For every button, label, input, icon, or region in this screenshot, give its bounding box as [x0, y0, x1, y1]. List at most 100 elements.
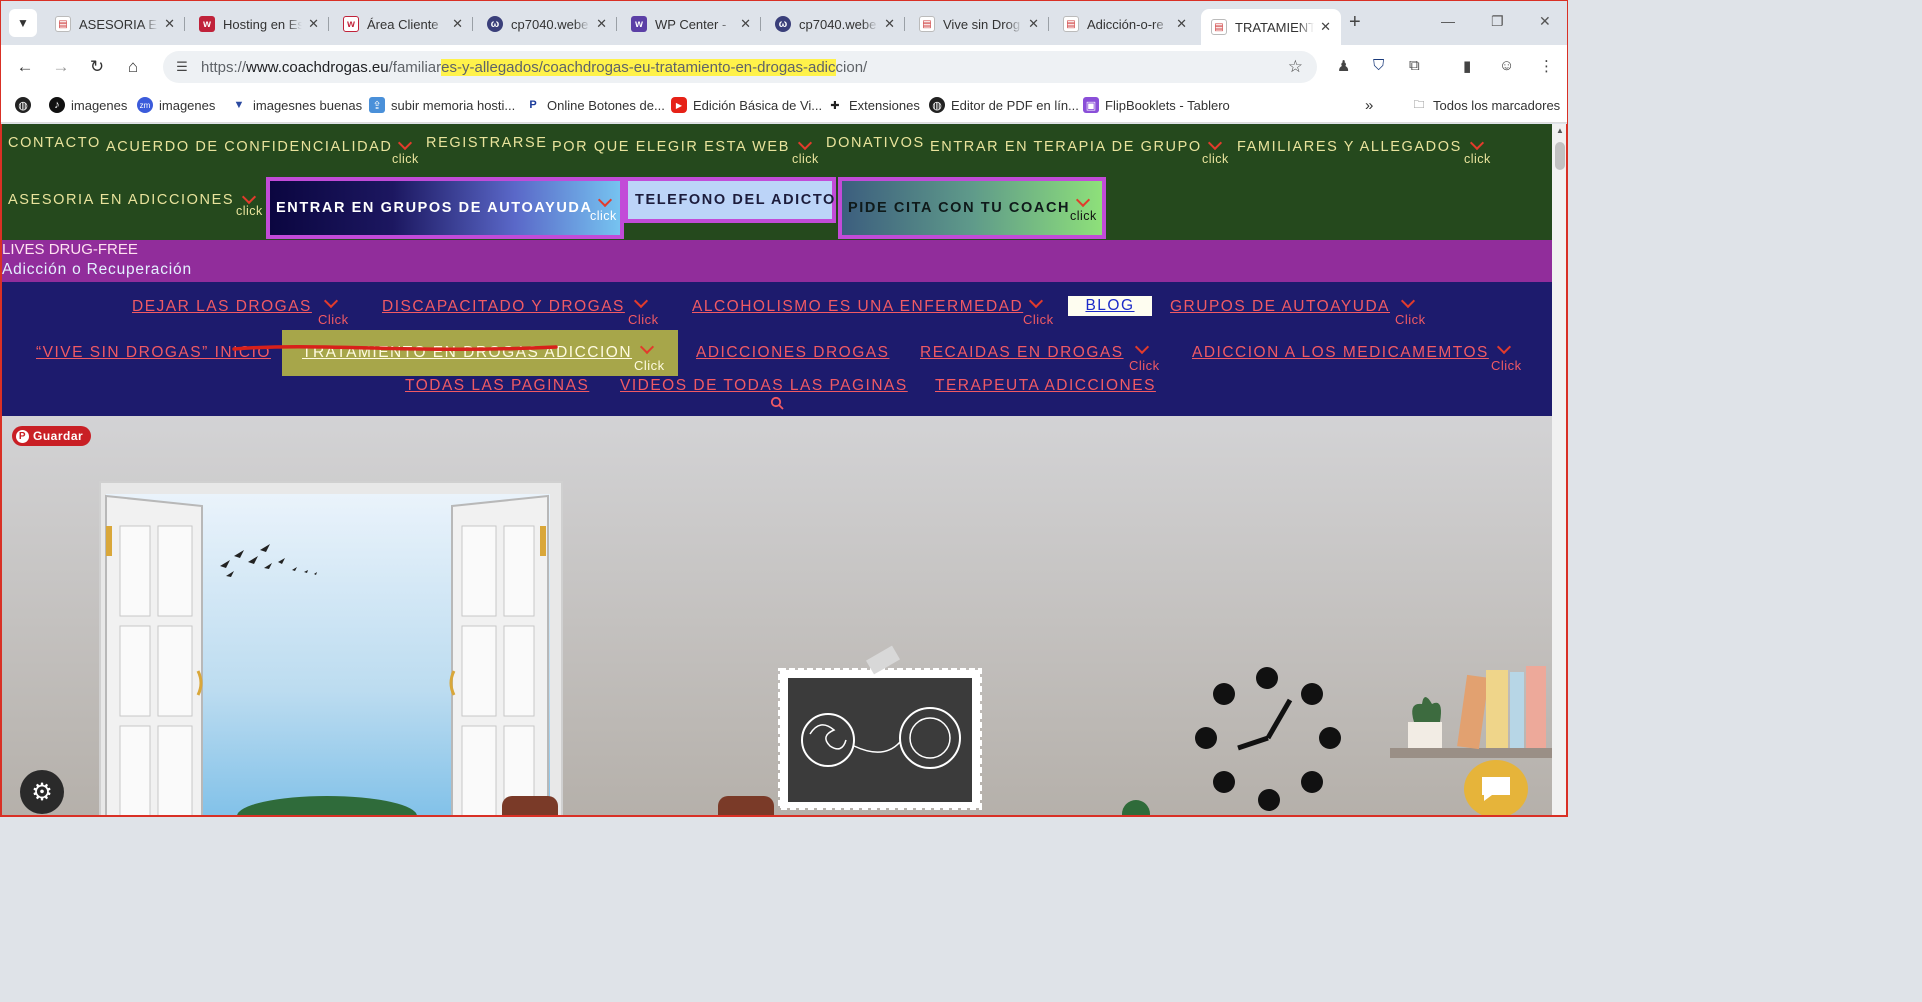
chevron-down-icon[interactable]	[634, 298, 648, 308]
nav-contacto[interactable]: CONTACTO	[8, 135, 101, 151]
menu-dejar-drogas[interactable]: DEJAR LAS DROGAS	[132, 298, 312, 316]
site-info-icon[interactable]: ☰	[173, 59, 191, 75]
chevron-down-icon[interactable]	[242, 194, 256, 204]
reload-button[interactable]: ↻	[85, 57, 109, 77]
pinterest-save-button[interactable]: P Guardar	[12, 426, 92, 446]
menu-blog-button[interactable]: BLOG	[1068, 296, 1152, 316]
tab-adiccion[interactable]: ▤ Adicción-o-re ✕	[1053, 9, 1197, 39]
search-icon[interactable]	[770, 396, 784, 410]
address-bar[interactable]: ☰ https://www.coachdrogas.eu/familiares-…	[163, 51, 1317, 83]
globe-icon[interactable]: ◍	[15, 97, 37, 113]
close-icon[interactable]: ✕	[1320, 19, 1331, 35]
menu-terapeuta[interactable]: TERAPEUTA ADICCIONES	[935, 377, 1156, 395]
forward-button[interactable]: →	[49, 57, 73, 77]
side-panel-icon[interactable]: ▮	[1463, 57, 1471, 75]
bookmark-label: FlipBooklets - Tablero	[1105, 97, 1230, 113]
bookmark-edicion-basica[interactable]: ▶ Edición Básica de Vi...	[671, 97, 822, 113]
click-label: Click	[1395, 312, 1426, 327]
chat-icon[interactable]	[1464, 760, 1528, 815]
extension-icon[interactable]: ♟	[1337, 57, 1350, 75]
nav-acuerdo[interactable]: ACUERDO DE CONFIDENCIALIDAD	[106, 139, 393, 155]
menu-recaidas[interactable]: RECAIDAS EN DROGAS	[920, 344, 1124, 362]
scroll-up-icon[interactable]: ▲	[1556, 126, 1564, 135]
menu-todas-paginas[interactable]: TODAS LAS PAGINAS	[405, 377, 589, 395]
tab-hosting[interactable]: w Hosting en Es ✕	[189, 9, 329, 39]
nav-telefono-button[interactable]: TELEFONO DEL ADICTO	[624, 177, 836, 223]
save-label: Guardar	[33, 429, 84, 443]
chevron-down-icon[interactable]	[640, 344, 654, 354]
menu-videos[interactable]: VIDEOS DE TODAS LAS PAGINAS	[620, 377, 908, 395]
bookmark-extensiones[interactable]: ✚ Extensiones	[827, 97, 919, 113]
nav-familiares[interactable]: FAMILIARES Y ALLEGADOS	[1237, 139, 1462, 155]
more-bookmarks-icon[interactable]: »	[1365, 97, 1373, 114]
click-label: click	[792, 152, 819, 166]
home-button[interactable]: ⌂	[121, 57, 145, 77]
chevron-down-icon[interactable]	[1208, 140, 1222, 150]
menu-adicciones-drogas[interactable]: ADICCIONES DROGAS	[696, 344, 889, 362]
chevron-down-icon[interactable]	[798, 140, 812, 150]
menu-grupos-autoayuda[interactable]: GRUPOS DE AUTOAYUDA	[1170, 298, 1390, 316]
page-scrollbar[interactable]: ▲	[1552, 124, 1566, 815]
bookmark-star-icon[interactable]: ☆	[1288, 57, 1303, 77]
extensions-puzzle-icon[interactable]: ⧉	[1409, 57, 1420, 74]
profile-avatar[interactable]: ☺	[1499, 57, 1514, 74]
tab-search-button[interactable]: ▼	[9, 9, 37, 37]
tab-cpanel-2[interactable]: ω cp7040.webe ✕	[765, 9, 905, 39]
close-icon[interactable]: ✕	[308, 16, 319, 32]
chevron-down-icon[interactable]	[1470, 140, 1484, 150]
click-label: click	[1464, 152, 1491, 166]
menu-medicamentos[interactable]: ADICCION A LOS MEDICAMEMTOS	[1192, 344, 1489, 362]
tab-cpanel-1[interactable]: ω cp7040.webe ✕	[477, 9, 617, 39]
close-icon[interactable]: ✕	[596, 16, 607, 32]
chevron-down-icon[interactable]	[324, 298, 338, 308]
back-button[interactable]: ←	[13, 57, 37, 77]
chevron-down-icon[interactable]	[398, 140, 412, 150]
shield-icon[interactable]: ⛉	[1373, 57, 1384, 74]
chevron-down-icon[interactable]	[1029, 298, 1043, 308]
close-icon[interactable]: ✕	[1028, 16, 1039, 32]
menu-discapacitado[interactable]: DISCAPACITADO Y DROGAS	[382, 298, 625, 316]
site-tagline[interactable]: LIVES DRUG-FREE	[2, 241, 138, 258]
tab-vive-sin-drogas[interactable]: ▤ Vive sin Drog ✕	[909, 9, 1049, 39]
nav-asesoria[interactable]: ASESORIA EN ADICCIONES	[8, 192, 234, 208]
nav-donativos[interactable]: DONATIVOS	[826, 135, 925, 151]
new-tab-button[interactable]: +	[1349, 11, 1361, 34]
minimize-button[interactable]: —	[1441, 13, 1455, 29]
tab-tratamiento-active[interactable]: ▤ TRATAMIENTO ✕	[1201, 9, 1341, 45]
youtube-icon: ▶	[671, 97, 687, 113]
close-icon[interactable]: ✕	[740, 16, 751, 32]
bookmark-imagesnes-buenas[interactable]: ▼ imagesnes buenas	[231, 97, 363, 113]
web-page: CONTACTO ACUERDO DE CONFIDENCIALIDAD cli…	[0, 124, 1568, 817]
chevron-down-icon[interactable]	[1135, 344, 1149, 354]
chevron-down-icon[interactable]	[1497, 344, 1511, 354]
tab-wp-center[interactable]: w WP Center - ✕	[621, 9, 761, 39]
close-icon[interactable]: ✕	[884, 16, 895, 32]
bookmark-editor-pdf[interactable]: ◍ Editor de PDF en lín...	[929, 97, 1079, 113]
click-label: click	[1202, 152, 1229, 166]
site-title[interactable]: Adicción o Recuperación	[2, 261, 192, 279]
bookmark-flipbooklets[interactable]: ▣ FlipBooklets - Tablero	[1083, 97, 1230, 113]
restore-button[interactable]: ❐	[1491, 13, 1504, 30]
more-menu-icon[interactable]: ⋮	[1539, 57, 1554, 75]
tab-area-cliente[interactable]: w Área Cliente ✕	[333, 9, 473, 39]
nav-por-que[interactable]: POR QUE ELEGIR ESTA WEB	[552, 139, 790, 155]
nav-terapia[interactable]: ENTRAR EN TERAPIA DE GRUPO	[930, 139, 1202, 155]
nav-pide-cita-button[interactable]: PIDE CITA CON TU COACH click	[838, 177, 1106, 239]
gear-icon[interactable]: ⚙	[20, 770, 64, 814]
close-window-button[interactable]: ✕	[1539, 13, 1551, 30]
chevron-down-icon[interactable]	[1401, 298, 1415, 308]
close-icon[interactable]: ✕	[164, 16, 175, 32]
menu-alcoholismo[interactable]: ALCOHOLISMO ES UNA ENFERMEDAD	[692, 298, 1023, 316]
tab-asesoria[interactable]: ▤ ASESORIA EN ✕	[45, 9, 185, 39]
all-bookmarks-folder[interactable]: 🗀 Todos los marcadores	[1411, 97, 1561, 113]
scrollbar-thumb[interactable]	[1555, 142, 1565, 170]
bookmark-imagenes-1[interactable]: ♪ imagenes	[49, 97, 127, 113]
close-icon[interactable]: ✕	[1176, 16, 1187, 32]
bookmark-online-botones[interactable]: P Online Botones de...	[525, 97, 664, 113]
tab-label: Área Cliente	[367, 16, 439, 32]
bookmark-imagenes-2[interactable]: zm imagenes	[137, 97, 215, 113]
nav-grupos-autoayuda-button[interactable]: ENTRAR EN GRUPOS DE AUTOAYUDA click	[266, 177, 624, 239]
close-icon[interactable]: ✕	[452, 16, 463, 32]
nav-registrarse[interactable]: REGISTRARSE	[426, 135, 548, 151]
bookmark-subir-memoria[interactable]: ⇪ subir memoria hosti...	[369, 97, 515, 113]
